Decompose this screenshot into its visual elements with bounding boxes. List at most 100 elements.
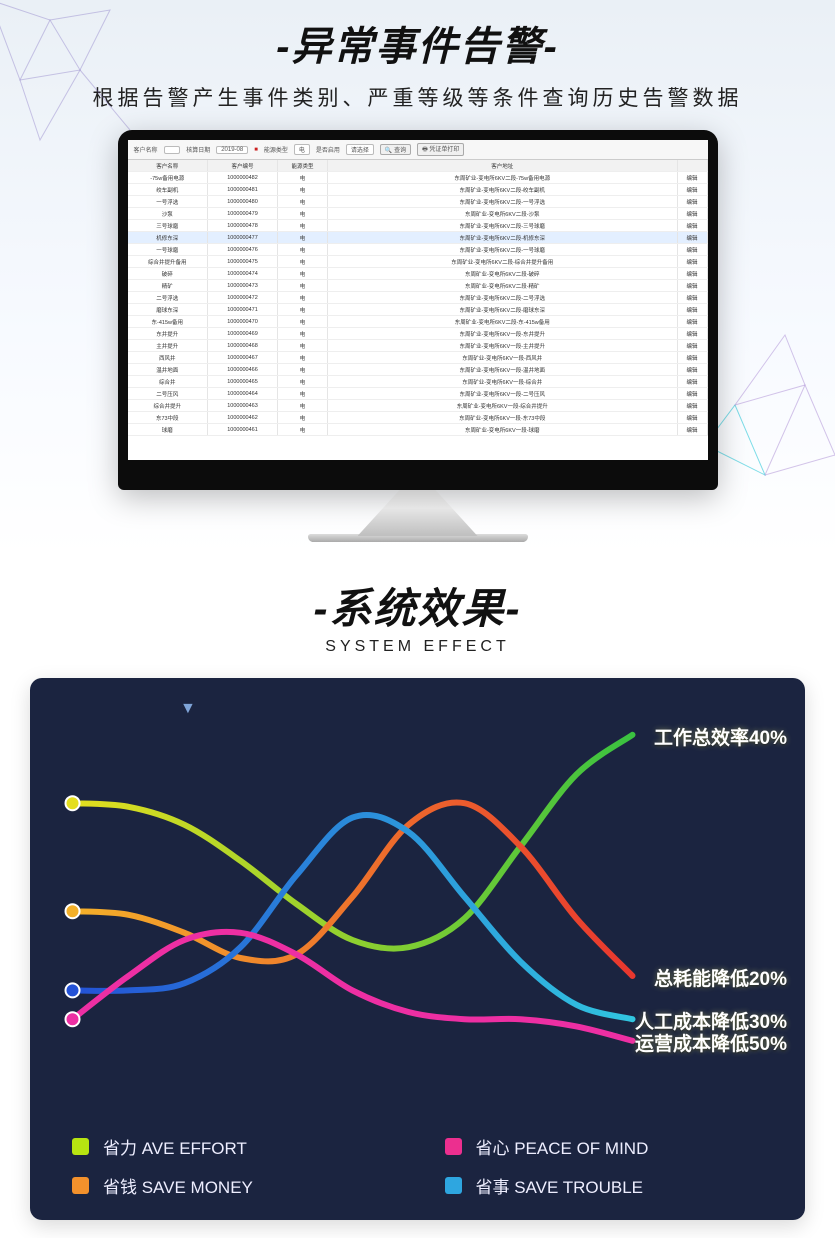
- cell-op[interactable]: 编辑: [677, 304, 707, 316]
- cell-type: 电: [278, 292, 328, 304]
- cell-type: 电: [278, 316, 328, 328]
- toolbar-energy-select[interactable]: 电: [294, 144, 310, 155]
- cell-op[interactable]: 编辑: [677, 412, 707, 424]
- table-row[interactable]: 温井地面1000000466电东周矿业-变电所6KV一段-温井地面编辑: [128, 364, 708, 376]
- cell-code: 1000000471: [208, 304, 278, 316]
- legend-swatch: [445, 1177, 462, 1194]
- search-button[interactable]: 🔍 查询: [380, 144, 411, 155]
- col-addr[interactable]: 客户地址: [328, 160, 678, 172]
- cell-code: 1000000481: [208, 184, 278, 196]
- cell-code: 1000000479: [208, 208, 278, 220]
- cell-type: 电: [278, 220, 328, 232]
- col-op: [677, 160, 707, 172]
- cell-op[interactable]: 编辑: [677, 196, 707, 208]
- table-row[interactable]: 综合井1000000465电东周矿业-变电所6KV一段-综合井编辑: [128, 376, 708, 388]
- cell-name: 综合井提升: [128, 400, 208, 412]
- cell-op[interactable]: 编辑: [677, 280, 707, 292]
- col-code[interactable]: 客户编号: [208, 160, 278, 172]
- chart-end-label: 工作总效率40%: [654, 723, 787, 750]
- cell-op[interactable]: 编辑: [677, 328, 707, 340]
- cell-op[interactable]: 编辑: [677, 316, 707, 328]
- cell-name: 二号压风: [128, 388, 208, 400]
- table-row[interactable]: 破碎1000000474电东周矿业-变电所6KV二段-破碎编辑: [128, 268, 708, 280]
- cell-code: 1000000476: [208, 244, 278, 256]
- cell-type: 电: [278, 184, 328, 196]
- table-row[interactable]: 磨球东深1000000471电东周矿业-变电所6KV二段-磨球东深编辑: [128, 304, 708, 316]
- cell-op[interactable]: 编辑: [677, 256, 707, 268]
- cell-op[interactable]: 编辑: [677, 352, 707, 364]
- cell-op[interactable]: 编辑: [677, 424, 707, 436]
- cell-type: 电: [278, 268, 328, 280]
- cell-op[interactable]: 编辑: [677, 208, 707, 220]
- cell-code: 1000000462: [208, 412, 278, 424]
- legend-label: 省钱 SAVE MONEY: [103, 1173, 253, 1198]
- table-row[interactable]: 主井提升1000000468电东周矿业-变电所6KV一段-主井提升编辑: [128, 340, 708, 352]
- effect-subtitle: SYSTEM EFFECT: [0, 638, 835, 656]
- cell-op[interactable]: 编辑: [677, 268, 707, 280]
- cell-type: 电: [278, 424, 328, 436]
- table-row[interactable]: 综合井提升1000000463电东周矿业-变电所6KV一段-综合井提升编辑: [128, 400, 708, 412]
- cell-type: 电: [278, 208, 328, 220]
- cell-op[interactable]: 编辑: [677, 340, 707, 352]
- monitor-stand: [358, 490, 478, 536]
- cell-name: 主井提升: [128, 340, 208, 352]
- cell-addr: 东周矿业-变电所6KV二段-二号浮选: [328, 292, 678, 304]
- cell-type: 电: [278, 232, 328, 244]
- cell-op[interactable]: 编辑: [677, 376, 707, 388]
- cell-op[interactable]: 编辑: [677, 388, 707, 400]
- cell-name: -75w备用电源: [128, 172, 208, 184]
- table-row[interactable]: -75w备用电源1000000482电东周矿业-变电所6KV二段-75w备用电源…: [128, 172, 708, 184]
- cell-code: 1000000469: [208, 328, 278, 340]
- cell-addr: 东周矿业-变电所6KV二段-75w备用电源: [328, 172, 678, 184]
- table-row[interactable]: 球磨1000000461电东周矿业-变电所6KV一段-球磨编辑: [128, 424, 708, 436]
- cell-op[interactable]: 编辑: [677, 400, 707, 412]
- toolbar-date-label: 核算日期: [186, 145, 210, 154]
- cell-addr: 东周矿业-变电所6KV二段-破碎: [328, 268, 678, 280]
- cell-type: 电: [278, 280, 328, 292]
- cell-op[interactable]: 编辑: [677, 184, 707, 196]
- table-row[interactable]: 东井提升1000000469电东周矿业-变电所6KV一段-东井提升编辑: [128, 328, 708, 340]
- col-type[interactable]: 能源类型: [278, 160, 328, 172]
- cell-code: 1000000482: [208, 172, 278, 184]
- print-button[interactable]: 🖶 凭证单打印: [417, 143, 464, 156]
- col-name[interactable]: 客户名称: [128, 160, 208, 172]
- toolbar-use-select[interactable]: 请选择: [346, 144, 374, 155]
- table-row[interactable]: 绞车副机1000000481电东周矿业-变电所6KV二段-绞车副机编辑: [128, 184, 708, 196]
- cell-op[interactable]: 编辑: [677, 172, 707, 184]
- legend-swatch: [72, 1177, 89, 1194]
- cell-type: 电: [278, 328, 328, 340]
- chart-end-label: 运营成本降低50%: [635, 1029, 787, 1056]
- cell-name: 西风井: [128, 352, 208, 364]
- cell-name: 东井提升: [128, 328, 208, 340]
- cell-name: 东73中段: [128, 412, 208, 424]
- table-row[interactable]: 精矿1000000473电东周矿业-变电所6KV二段-精矿编辑: [128, 280, 708, 292]
- cell-op[interactable]: 编辑: [677, 220, 707, 232]
- cell-op[interactable]: 编辑: [677, 244, 707, 256]
- cell-name: 温井地面: [128, 364, 208, 376]
- table-row[interactable]: 一号浮选1000000480电东周矿业-变电所6KV二段-一号浮选编辑: [128, 196, 708, 208]
- cell-addr: 东周矿业-变电所6KV一段-东井提升: [328, 328, 678, 340]
- chart-curve: [73, 802, 633, 976]
- table-row[interactable]: 二号浮选1000000472电东周矿业-变电所6KV二段-二号浮选编辑: [128, 292, 708, 304]
- toolbar-name-input[interactable]: [164, 146, 181, 154]
- table-row[interactable]: 东-415w备用1000000470电东周矿业-变电所6KV二段-东-415w备…: [128, 316, 708, 328]
- cell-name: 磨球东深: [128, 304, 208, 316]
- toolbar-date-input[interactable]: 2019-08: [216, 146, 248, 154]
- table-row[interactable]: 东73中段1000000462电东周矿业-变电所6KV一段-东73中段编辑: [128, 412, 708, 424]
- table-row[interactable]: 一号球磨1000000476电东周矿业-变电所6KV二段-一号球磨编辑: [128, 244, 708, 256]
- table-row[interactable]: 西风井1000000467电东周矿业-变电所6KV一段-西风井编辑: [128, 352, 708, 364]
- toolbar-name-label: 客户名称: [134, 145, 158, 154]
- table-row[interactable]: 沙泵1000000479电东周矿业-变电所6KV二段-沙泵编辑: [128, 208, 708, 220]
- table-row[interactable]: 机修东深1000000477电东周矿业-变电所6KV二段-机修东深编辑: [128, 232, 708, 244]
- cell-op[interactable]: 编辑: [677, 364, 707, 376]
- cell-name: 破碎: [128, 268, 208, 280]
- cell-op[interactable]: 编辑: [677, 292, 707, 304]
- table-row[interactable]: 二号压风1000000464电东周矿业-变电所6KV一段-二号压风编辑: [128, 388, 708, 400]
- table-row[interactable]: 三号球磨1000000478电东周矿业-变电所6KV二段-三号球磨编辑: [128, 220, 708, 232]
- cell-name: 一号球磨: [128, 244, 208, 256]
- cell-code: 1000000474: [208, 268, 278, 280]
- legend-label: 省事 SAVE TROUBLE: [476, 1173, 644, 1198]
- cell-addr: 东周矿业-变电所6KV一段-综合井: [328, 376, 678, 388]
- table-row[interactable]: 综合井提升备用1000000475电东周矿业-变电所6KV二段-综合井提升备用编…: [128, 256, 708, 268]
- cell-op[interactable]: 编辑: [677, 232, 707, 244]
